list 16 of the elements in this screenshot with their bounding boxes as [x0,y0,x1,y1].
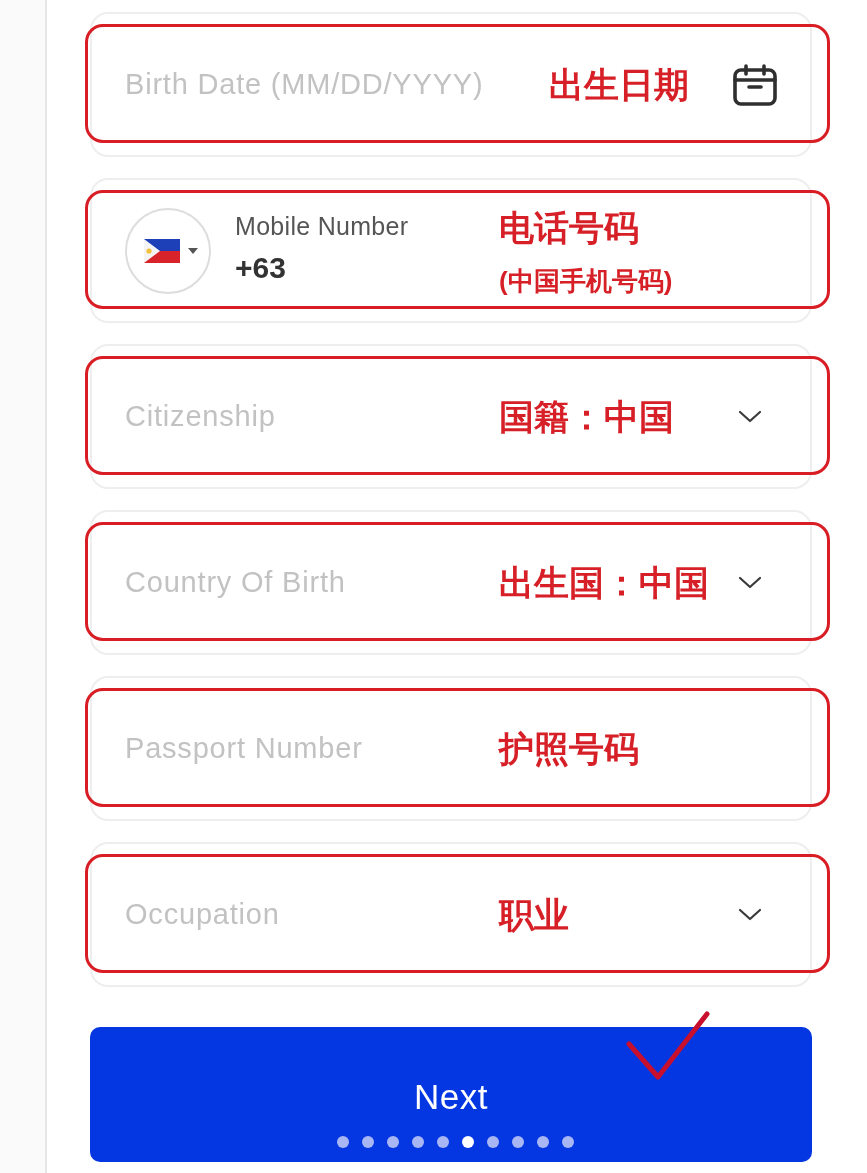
annotation-text: 国籍：中国 [499,396,674,437]
flag-icon [144,238,180,263]
annotation-text: 出生国：中国 [499,562,709,603]
caret-down-icon [188,247,198,254]
annotation-text: 出生日期 [549,64,689,105]
chevron-down-icon [738,576,762,589]
next-button[interactable]: Next [90,1027,812,1162]
annotation-text: (中国手机号码) [499,265,673,296]
annotation-text: 职业 [499,894,569,935]
tick-icon [626,1011,710,1083]
annotation-text: 电话号码 [499,207,640,248]
annotation-text: 护照号码 [499,728,639,769]
chevron-down-icon [738,908,762,921]
chevron-down-icon [738,410,762,423]
calendar-icon [733,63,777,106]
field-label: Mobile Number [235,211,409,241]
